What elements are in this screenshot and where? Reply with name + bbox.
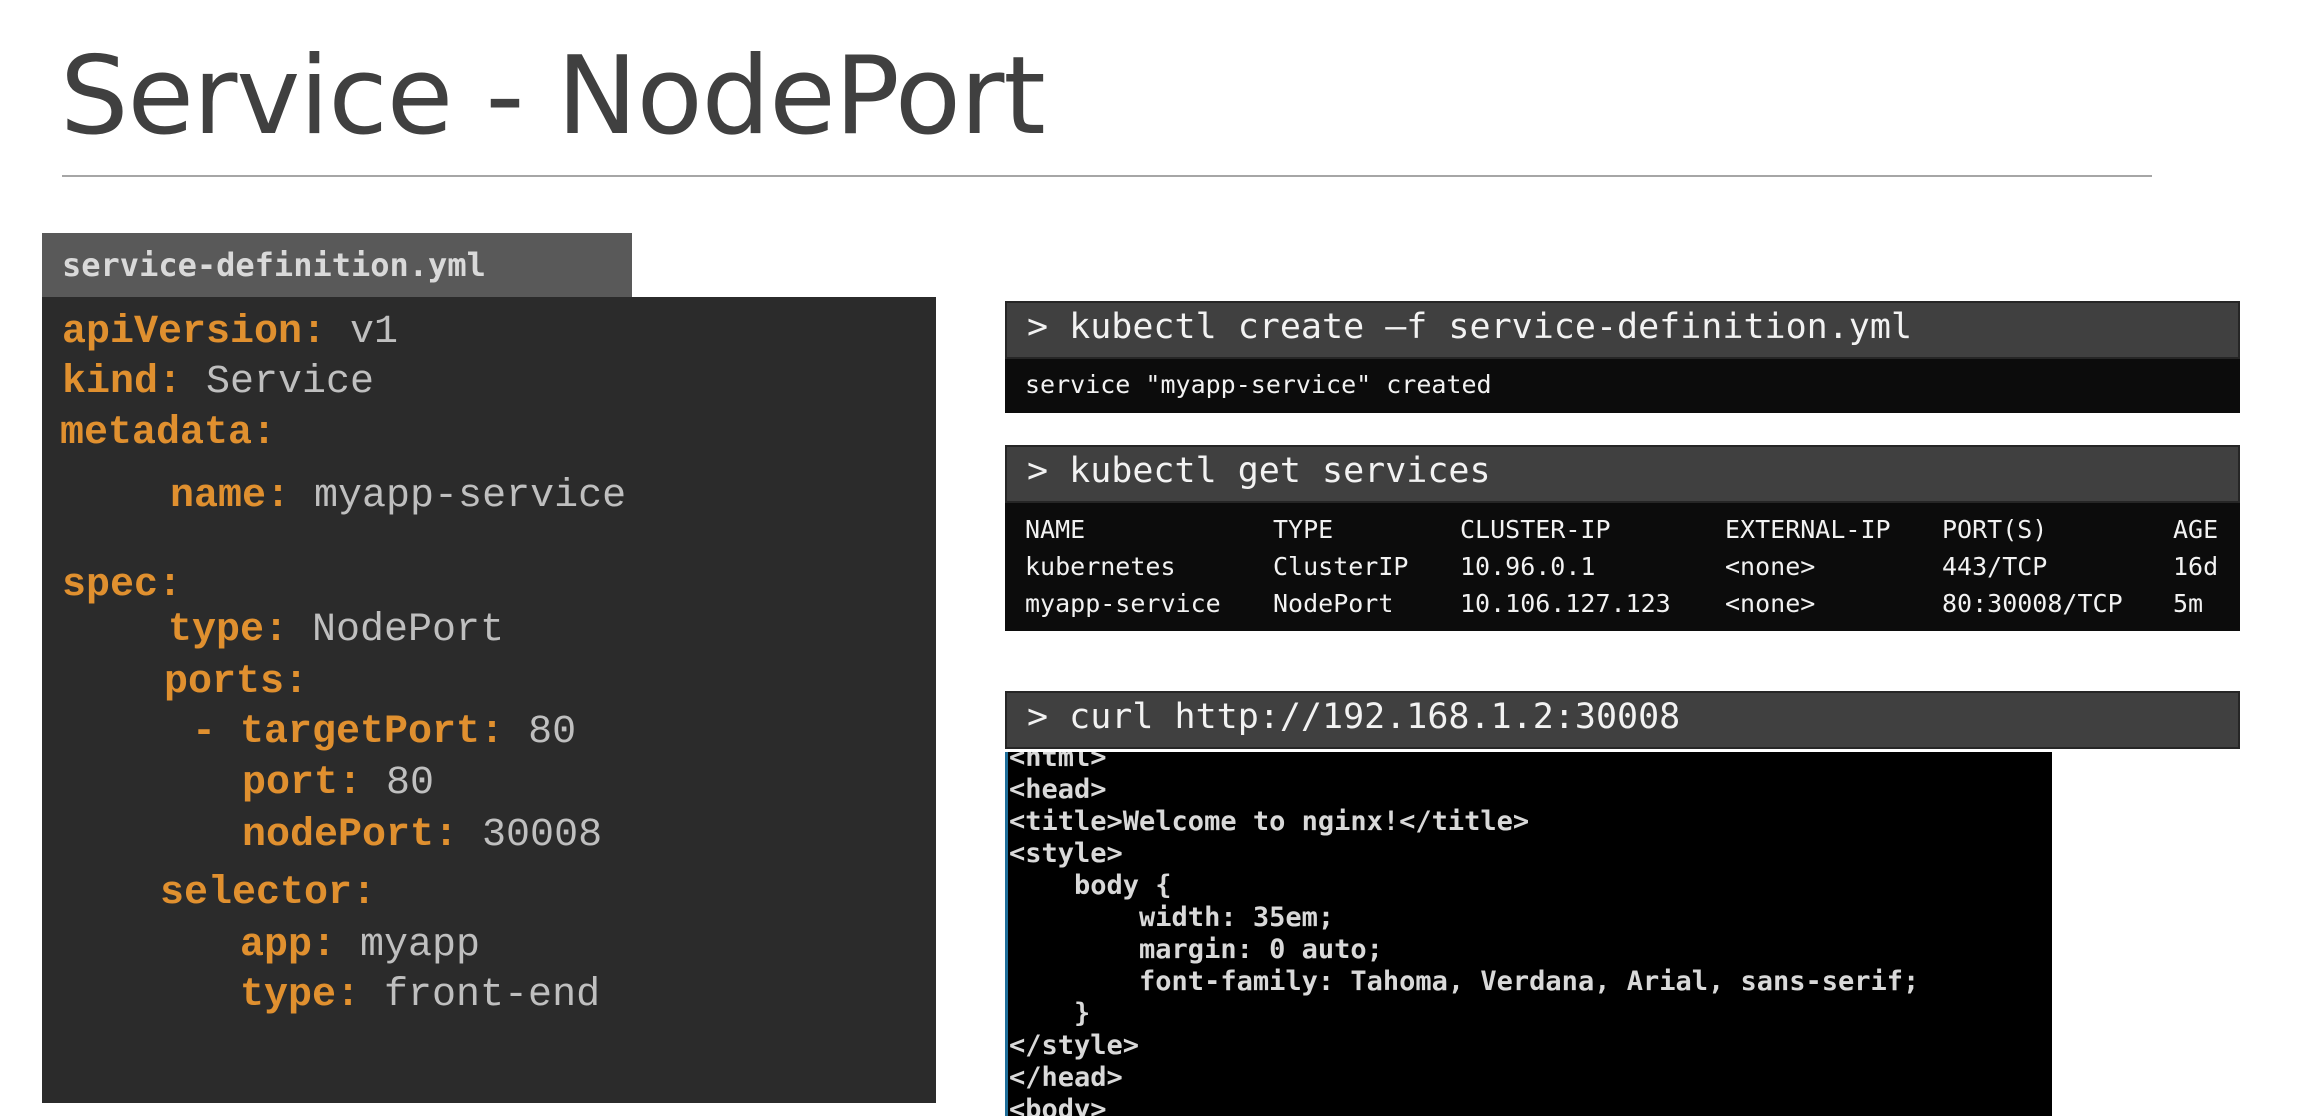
curl-output-line: </style> <box>1009 1030 1140 1061</box>
services-row-cell: 5m <box>2173 589 2204 618</box>
get-services-command-bar: > kubectl get services <box>1005 445 2240 503</box>
title-divider <box>62 175 2152 177</box>
create-command-bar: > kubectl create –f service-definition.y… <box>1005 301 2240 359</box>
yaml-line: nodePort: 30008 <box>242 813 603 858</box>
create-output-box: service "myapp-service" created <box>1005 359 2240 413</box>
yaml-line: selector: <box>160 871 377 916</box>
curl-command-text: > curl http://192.168.1.2:30008 <box>1027 697 1681 737</box>
services-row-cell: kubernetes <box>1025 552 1176 581</box>
filename-tab: service-definition.yml <box>42 233 632 297</box>
services-row-cell: 80:30008/TCP <box>1942 589 2123 618</box>
services-header-cell: AGE <box>2173 515 2219 544</box>
services-row-cell: <none> <box>1725 552 1816 581</box>
yaml-line: metadata: <box>60 411 277 456</box>
create-output-text: service "myapp-service" created <box>1025 370 1492 399</box>
services-row-cell: 10.96.0.1 <box>1460 552 1596 581</box>
yaml-line: ports: <box>164 660 309 705</box>
curl-output-line: </head> <box>1009 1062 1123 1093</box>
services-row-cell: 16d <box>2173 552 2219 581</box>
curl-output-box: <html> <head> <title>Welcome to nginx!</… <box>1005 752 2052 1116</box>
yaml-line: type: front-end <box>240 973 601 1018</box>
create-command-text: > kubectl create –f service-definition.y… <box>1027 307 1913 347</box>
yaml-line: port: 80 <box>242 761 435 806</box>
yaml-line: spec: <box>62 563 183 608</box>
services-row-cell: myapp-service <box>1025 589 1221 618</box>
yaml-line: name: myapp-service <box>170 474 627 519</box>
yaml-line: type: NodePort <box>168 608 505 653</box>
yaml-code-panel: apiVersion: v1 kind: Service metadata: n… <box>42 297 936 1103</box>
services-row-cell: 443/TCP <box>1942 552 2048 581</box>
curl-output-line: <style> <box>1009 838 1123 869</box>
services-row-cell: ClusterIP <box>1273 552 1409 581</box>
curl-output-line: width: 35em; <box>1009 902 1335 933</box>
curl-output-line: font-family: Tahoma, Verdana, Arial, san… <box>1009 966 1920 997</box>
yaml-line: apiVersion: v1 <box>62 310 399 355</box>
services-header-cell: EXTERNAL-IP <box>1725 515 1891 544</box>
curl-output-line: <head> <box>1009 774 1107 805</box>
services-header-cell: PORT(S) <box>1942 515 2048 544</box>
services-header-cell: CLUSTER-IP <box>1460 515 1611 544</box>
yaml-line: - targetPort: 80 <box>192 710 577 755</box>
slide-title: Service - NodePort <box>60 34 1046 159</box>
services-row-cell: <none> <box>1725 589 1816 618</box>
curl-command-bar: > curl http://192.168.1.2:30008 <box>1005 691 2240 749</box>
curl-output-edge <box>1005 752 1008 1116</box>
services-row-cell: 10.106.127.123 <box>1460 589 1671 618</box>
services-header-cell: TYPE <box>1273 515 1334 544</box>
yaml-line: app: myapp <box>240 923 481 968</box>
yaml-line: kind: Service <box>62 360 375 405</box>
services-header-cell: NAME <box>1025 515 1086 544</box>
services-table: NAME TYPE CLUSTER-IP EXTERNAL-IP PORT(S)… <box>1005 503 2240 631</box>
services-row-cell: NodePort <box>1273 589 1394 618</box>
curl-output-line: margin: 0 auto; <box>1009 934 1383 965</box>
curl-output-line: body { <box>1009 870 1172 901</box>
curl-output-line: <body> <box>1009 1094 1107 1116</box>
filename-label: service-definition.yml <box>62 246 486 284</box>
get-services-command-text: > kubectl get services <box>1027 451 1491 491</box>
curl-output-line: <html> <box>1009 752 1107 773</box>
curl-output-line: } <box>1009 998 1091 1029</box>
curl-output-line: <title>Welcome to nginx!</title> <box>1009 806 1530 837</box>
